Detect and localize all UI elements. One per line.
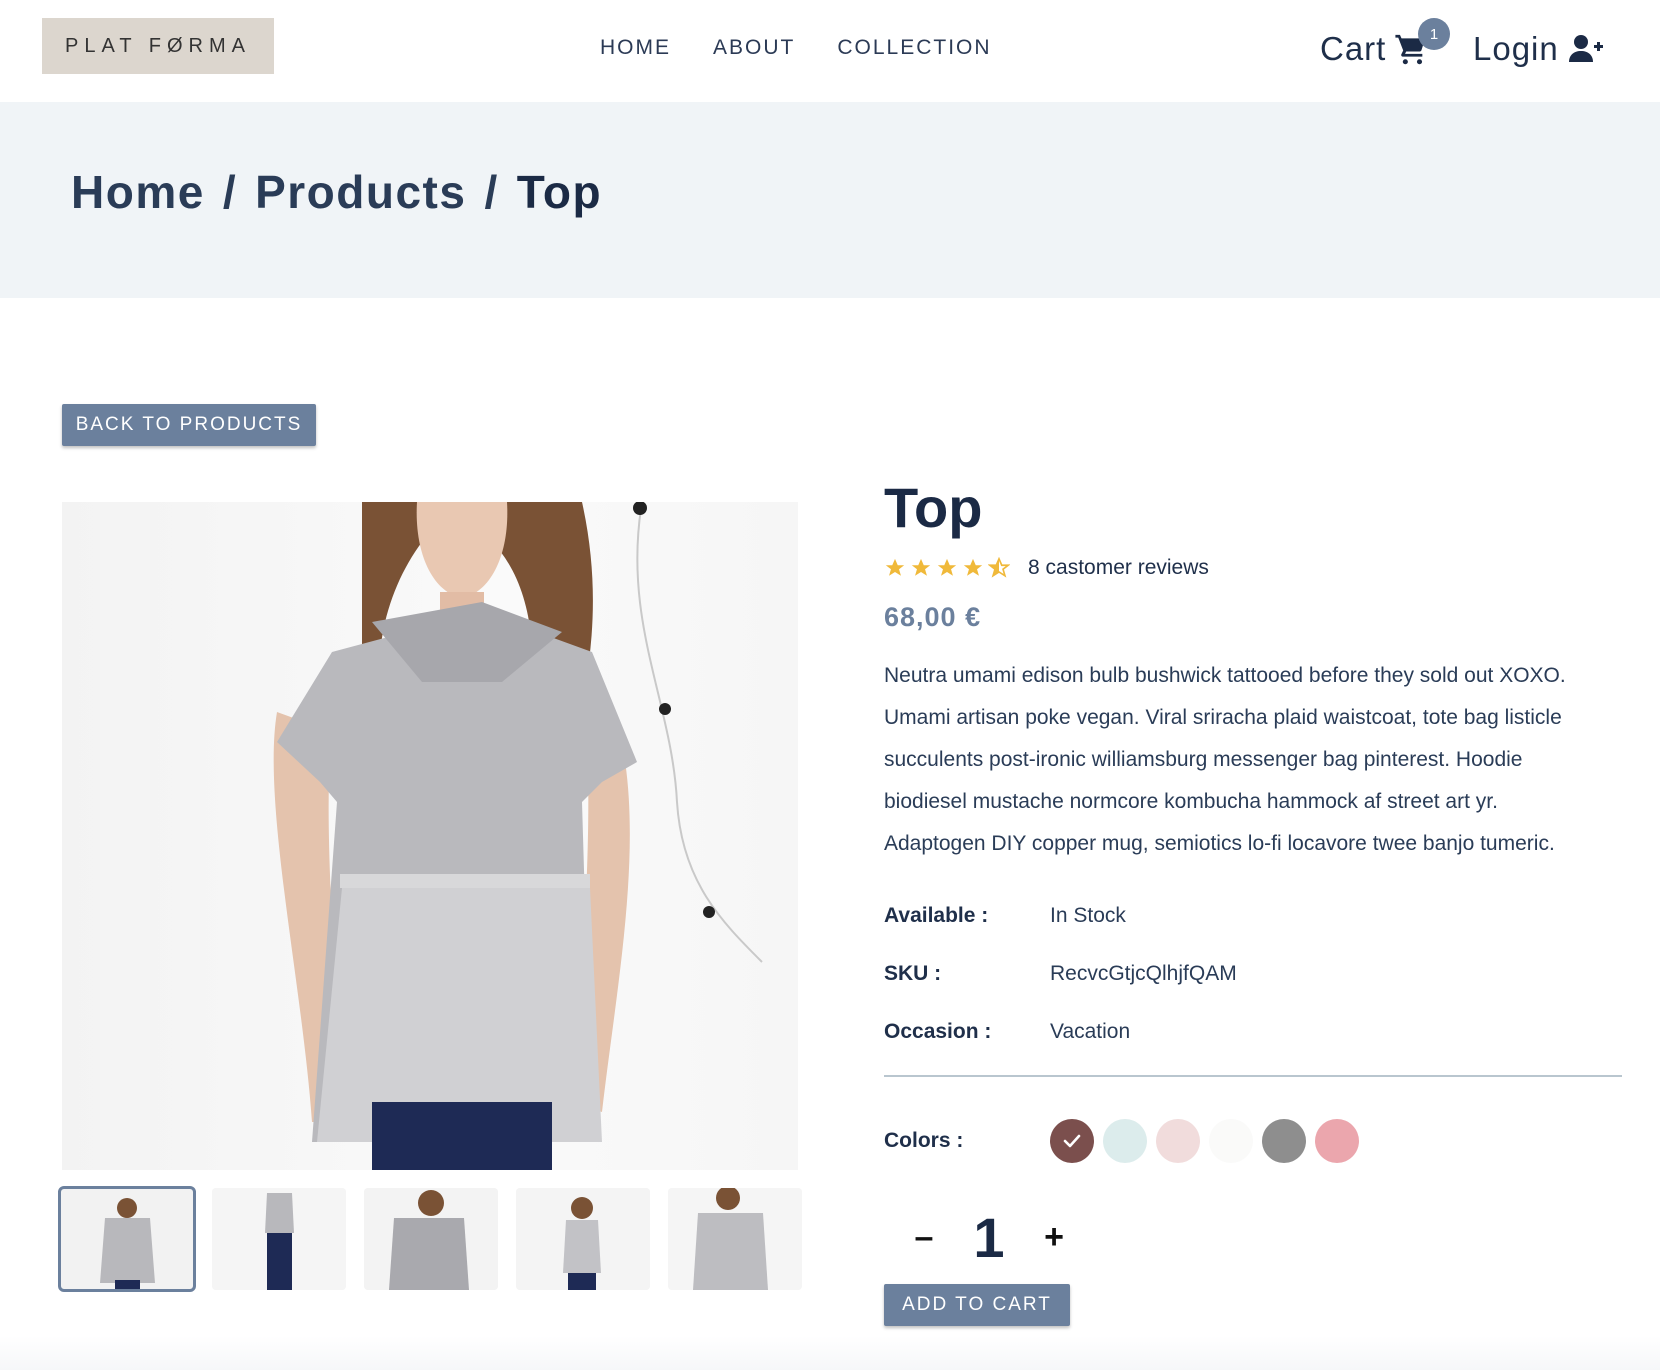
color-picker: Colors : bbox=[884, 1119, 1624, 1163]
spec-label: Available : bbox=[884, 904, 989, 927]
product-price: 68,00 € bbox=[884, 602, 982, 632]
breadcrumb-banner: Home / Products / Top bbox=[0, 102, 1660, 298]
product-info: Top 8 castomer reviews 68,00 € Neutra um… bbox=[884, 480, 1624, 1326]
thumbnail-strip bbox=[58, 1186, 802, 1292]
color-swatch[interactable] bbox=[1103, 1119, 1147, 1163]
header: PLAT FØRMA HOME ABOUT COLLECTION Cart 1 … bbox=[0, 0, 1660, 102]
product-title: Top bbox=[884, 476, 983, 539]
star-icon bbox=[937, 558, 957, 576]
check-icon bbox=[1063, 1134, 1081, 1148]
cart-button[interactable]: Cart 1 bbox=[1320, 18, 1450, 68]
cart-count-badge: 1 bbox=[1418, 18, 1450, 50]
spec-value: Vacation bbox=[1050, 1020, 1131, 1043]
login-button[interactable]: Login bbox=[1473, 30, 1603, 68]
spec-row-occasion: Occasion : Vacation bbox=[884, 1003, 1624, 1061]
thumbnail-3[interactable] bbox=[364, 1188, 498, 1290]
cart-label: Cart bbox=[1320, 30, 1387, 67]
nav-collection[interactable]: COLLECTION bbox=[837, 36, 991, 60]
nav-home[interactable]: HOME bbox=[600, 36, 671, 60]
spec-row-availability: Available : In Stock bbox=[884, 887, 1624, 945]
product-specs: Available : In Stock SKU : RecvcGtjcQlhj… bbox=[884, 887, 1624, 1061]
spec-label: SKU : bbox=[884, 962, 942, 985]
spec-label: Occasion : bbox=[884, 1020, 992, 1043]
breadcrumb-separator: / bbox=[484, 166, 499, 218]
nav-about[interactable]: ABOUT bbox=[713, 36, 795, 60]
quantity-stepper: – 1 + bbox=[884, 1205, 1624, 1270]
color-swatch[interactable] bbox=[1209, 1119, 1253, 1163]
quantity-value: 1 bbox=[973, 1206, 1005, 1269]
main-nav: HOME ABOUT COLLECTION bbox=[600, 36, 992, 60]
spec-value: RecvcGtjcQlhjfQAM bbox=[1050, 962, 1237, 985]
star-rating bbox=[884, 557, 1010, 579]
footer-edge bbox=[0, 1336, 1660, 1370]
spec-value: In Stock bbox=[1050, 904, 1126, 927]
color-swatch[interactable] bbox=[1156, 1119, 1200, 1163]
product-main-image bbox=[62, 502, 798, 1170]
logo[interactable]: PLAT FØRMA bbox=[42, 18, 274, 74]
thumbnail-2[interactable] bbox=[212, 1188, 346, 1290]
increase-quantity-button[interactable]: + bbox=[1034, 1218, 1074, 1257]
product-description: Neutra umami edison bulb bushwick tattoo… bbox=[884, 664, 1566, 855]
breadcrumb-separator: / bbox=[222, 166, 238, 218]
review-count[interactable]: 8 castomer reviews bbox=[1028, 556, 1209, 580]
product-photo bbox=[273, 502, 763, 1170]
user-plus-icon bbox=[1568, 35, 1603, 62]
thumbnail-1[interactable] bbox=[58, 1186, 196, 1292]
breadcrumb-products[interactable]: Products bbox=[255, 165, 466, 219]
back-to-products-button[interactable]: BACK TO PRODUCTS bbox=[62, 404, 316, 446]
star-icon bbox=[963, 558, 983, 576]
color-swatch[interactable] bbox=[1315, 1119, 1359, 1163]
breadcrumb: Home / Products / Top bbox=[71, 165, 602, 219]
product-page: PLAT FØRMA HOME ABOUT COLLECTION Cart 1 … bbox=[0, 0, 1660, 1370]
thumbnail-4[interactable] bbox=[516, 1188, 650, 1290]
spec-row-sku: SKU : RecvcGtjcQlhjfQAM bbox=[884, 945, 1624, 1003]
color-swatches bbox=[1050, 1119, 1359, 1163]
color-swatch[interactable] bbox=[1050, 1119, 1094, 1163]
color-swatch[interactable] bbox=[1262, 1119, 1306, 1163]
divider bbox=[884, 1075, 1622, 1077]
star-half-icon bbox=[988, 557, 1010, 578]
colors-label: Colors : bbox=[884, 1129, 964, 1152]
breadcrumb-home[interactable]: Home bbox=[71, 165, 205, 219]
breadcrumb-current: Top bbox=[516, 166, 603, 218]
login-label: Login bbox=[1473, 30, 1559, 67]
rating-row: 8 castomer reviews bbox=[884, 556, 1624, 580]
add-to-cart-button[interactable]: ADD TO CART bbox=[884, 1284, 1070, 1326]
thumbnail-5[interactable] bbox=[668, 1188, 802, 1290]
decrease-quantity-button[interactable]: – bbox=[904, 1218, 944, 1257]
star-icon bbox=[885, 558, 905, 576]
star-icon bbox=[911, 558, 931, 576]
